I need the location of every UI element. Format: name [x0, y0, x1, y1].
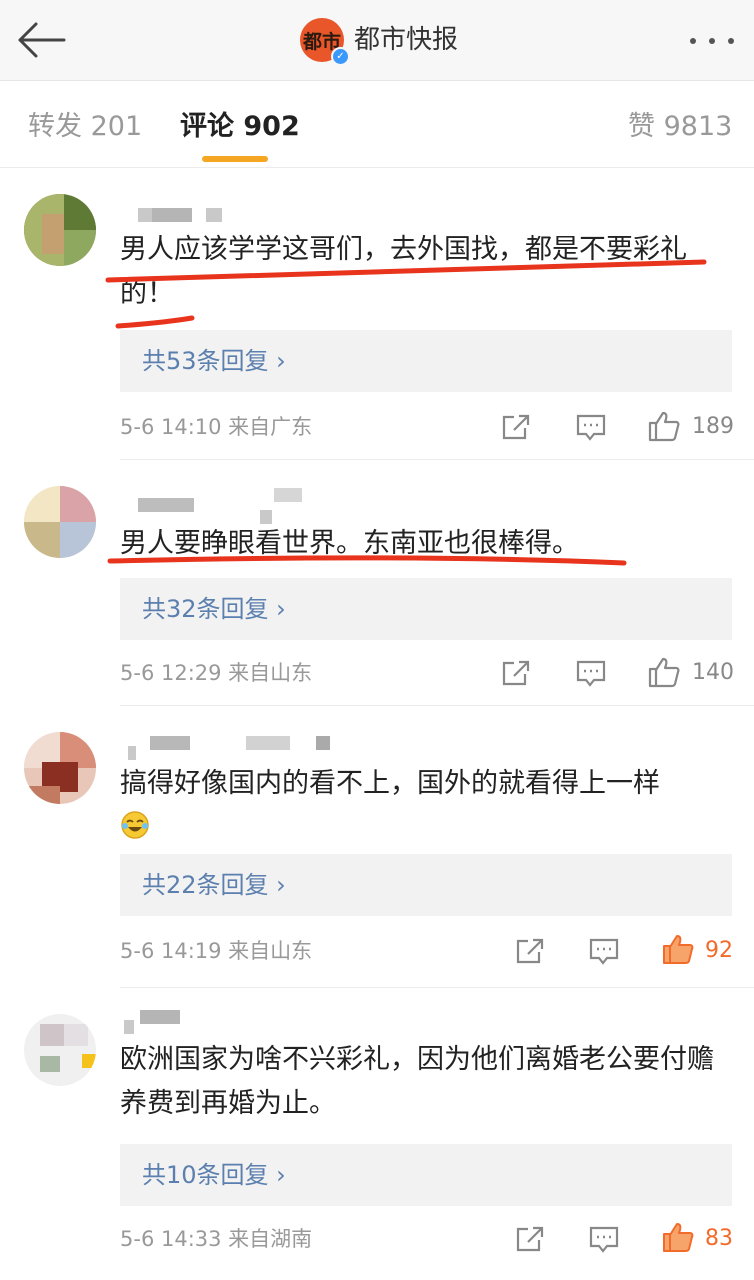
account-name[interactable]: 都市快报: [354, 22, 458, 58]
share-icon[interactable]: [500, 658, 532, 688]
like-count: 189: [692, 414, 734, 439]
timestamp-source: 5-6 12:29 来自山东: [120, 661, 313, 685]
comment-item: 男人要睁眼看世界。东南亚也很棒得。 共32条回复 › 5-6 12:29 来自山…: [0, 460, 754, 706]
tab-repost[interactable]: 转发 201: [28, 109, 142, 145]
replies-link[interactable]: 共22条回复 ›: [120, 854, 732, 916]
timestamp-source: 5-6 14:33 来自湖南: [120, 1227, 313, 1251]
replies-link[interactable]: 共32条回复 ›: [120, 578, 732, 640]
comment-icon[interactable]: [575, 412, 607, 442]
avatar[interactable]: [24, 1014, 96, 1086]
comment-text: 搞得好像国内的看不上，国外的就看得上一样: [120, 768, 660, 799]
comment-item: 男人应该学学这哥们，去外国找，都是不要彩礼的！ 共53条回复 › 5-6 14:…: [0, 168, 754, 460]
comment-icon[interactable]: [588, 1224, 620, 1254]
like-count: 92: [705, 938, 733, 963]
timestamp-source: 5-6 14:19 来自山东: [120, 939, 313, 963]
comment-icon[interactable]: [575, 658, 607, 688]
tab-likes[interactable]: 赞 9813: [628, 109, 732, 145]
replies-link[interactable]: 共10条回复 ›: [120, 1144, 732, 1206]
replies-link[interactable]: 共53条回复 ›: [120, 330, 732, 392]
top-bar: 都市 ✓ 都市快报: [0, 0, 754, 81]
red-underline-annotation: [107, 555, 627, 566]
thumbs-up-icon[interactable]: [661, 933, 695, 965]
share-icon[interactable]: [500, 412, 532, 442]
share-icon[interactable]: [514, 1224, 546, 1254]
comment-text: 欧洲国家为啥不兴彩礼，因为他们离婚老公要付赡养费到再婚为止。: [120, 1044, 714, 1119]
avatar[interactable]: [24, 486, 96, 558]
active-tab-indicator: [202, 156, 268, 162]
tab-bar: 转发 201 评论 902 赞 9813: [0, 81, 754, 168]
thumbs-up-icon[interactable]: [647, 656, 681, 688]
red-underline-annotation: [105, 259, 707, 329]
tab-comments[interactable]: 评论 902: [180, 109, 300, 145]
comment-icon[interactable]: [588, 936, 620, 966]
thumbs-up-icon[interactable]: [647, 410, 681, 442]
like-count: 140: [692, 660, 734, 685]
laughing-crying-emoji-icon: [121, 811, 149, 839]
like-count: 83: [705, 1226, 733, 1251]
share-icon[interactable]: [514, 936, 546, 966]
back-arrow-icon[interactable]: [14, 18, 70, 62]
avatar[interactable]: [24, 732, 96, 804]
thumbs-up-icon[interactable]: [661, 1221, 695, 1253]
comment-item: 欧洲国家为啥不兴彩礼，因为他们离婚老公要付赡养费到再婚为止。 共10条回复 › …: [0, 988, 754, 1280]
comment-item: 搞得好像国内的看不上，国外的就看得上一样 共22条回复 › 5-6 14:19 …: [0, 706, 754, 988]
more-dots-icon[interactable]: [684, 24, 740, 56]
avatar[interactable]: [24, 194, 96, 266]
timestamp-source: 5-6 14:10 来自广东: [120, 415, 313, 439]
verified-badge-icon: ✓: [331, 47, 350, 66]
